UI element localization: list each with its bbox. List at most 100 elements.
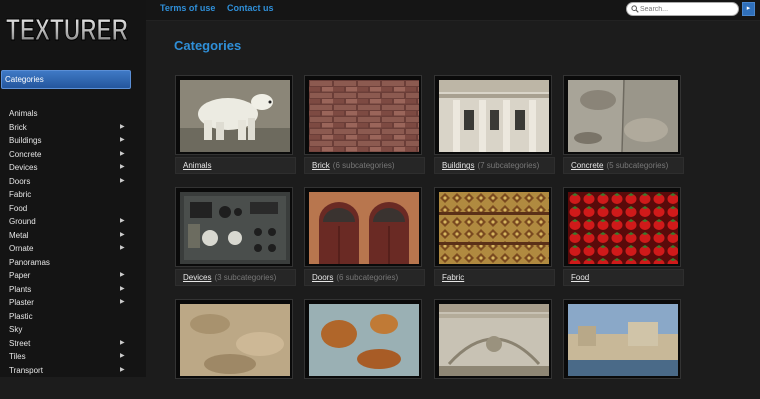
card-thumbnail[interactable]: [434, 299, 552, 379]
card-caption: Doors (6 subcategories): [304, 269, 425, 286]
sidebar-item-tiles[interactable]: Tiles ▶: [0, 350, 140, 364]
card-caption: Concrete (5 subcategories): [563, 157, 684, 174]
polar-bear-image: [180, 80, 290, 152]
card-link[interactable]: Doors: [312, 273, 333, 282]
sidebar-item-plants[interactable]: Plants ▶: [0, 283, 140, 297]
sidebar-item-label: Plaster: [9, 298, 34, 307]
sidebar-item-food[interactable]: Food: [0, 202, 140, 216]
panorama-image: [568, 304, 678, 376]
sidebar-item-label: Street: [9, 338, 31, 348]
sidebar-item-label: Plants: [9, 284, 32, 294]
category-card-doors[interactable]: Doors (6 subcategories): [304, 187, 425, 287]
chevron-right-icon: ▶: [120, 245, 125, 251]
sidebar-item-animals[interactable]: Animals: [0, 107, 140, 121]
sidebar-item-paper[interactable]: Paper ▶: [0, 269, 140, 283]
category-card-devices[interactable]: Devices (3 subcategories): [175, 187, 296, 287]
triangle-right-icon: ▸: [746, 5, 751, 12]
card-link[interactable]: Animals: [183, 161, 211, 170]
sidebar-item-ground[interactable]: Ground ▶: [0, 215, 140, 229]
search-icon: [631, 5, 639, 13]
category-card-concrete[interactable]: Concrete (5 subcategories): [563, 75, 684, 175]
devices-image: [180, 192, 290, 264]
card-caption: Brick (6 subcategories): [304, 157, 425, 174]
category-card-ornate[interactable]: [434, 299, 555, 399]
chevron-right-icon: ▶: [120, 177, 125, 184]
sidebar-item-label: Tiles: [9, 352, 26, 361]
sidebar-item-plaster[interactable]: Plaster ▶: [0, 296, 140, 310]
search-input[interactable]: [640, 3, 735, 15]
category-card-fabric[interactable]: Fabric: [434, 187, 555, 287]
category-card-ground[interactable]: [175, 299, 296, 399]
chevron-right-icon: ▶: [120, 218, 125, 224]
sidebar-item-concrete[interactable]: Concrete ▶: [0, 148, 140, 162]
card-thumbnail[interactable]: [175, 75, 293, 155]
card-thumbnail[interactable]: [304, 75, 422, 155]
card-link[interactable]: Concrete: [571, 161, 603, 170]
chevron-right-icon: ▶: [120, 231, 125, 238]
sidebar-item-label: Metal: [9, 230, 29, 240]
chevron-right-icon: ▶: [120, 123, 125, 130]
category-card-panoramas[interactable]: [563, 299, 684, 399]
sidebar-item-label: Devices: [9, 163, 38, 172]
brick-image: [309, 80, 419, 152]
sidebar-item-fabric[interactable]: Fabric: [0, 188, 140, 202]
sidebar-item-label: Fabric: [9, 190, 32, 199]
doors-image: [309, 192, 419, 264]
category-card-brick[interactable]: Brick (6 subcategories): [304, 75, 425, 175]
category-card-metal[interactable]: [304, 299, 425, 399]
chevron-right-icon: ▶: [120, 285, 125, 292]
sidebar-item-doors[interactable]: Doors ▶: [0, 175, 140, 189]
contact-us-link[interactable]: Contact us: [227, 3, 274, 13]
card-subcount: (7 subcategories): [477, 161, 540, 170]
category-card-food[interactable]: Food: [563, 187, 684, 287]
category-list: Animals Brick ▶ Buildings ▶ Concrete ▶ Devices ▶…: [0, 107, 140, 377]
card-link[interactable]: Buildings: [442, 161, 474, 170]
sidebar-item-label: Paper: [9, 271, 31, 280]
card-thumbnail[interactable]: [175, 187, 293, 267]
chevron-right-icon: ▶: [120, 353, 125, 359]
sidebar-item-label: Panoramas: [9, 257, 50, 267]
category-card-buildings[interactable]: Buildings (7 subcategories): [434, 75, 555, 175]
sidebar-item-label: Transport: [9, 365, 43, 375]
card-thumbnail[interactable]: [304, 187, 422, 267]
sidebar-item-brick[interactable]: Brick ▶: [0, 121, 140, 135]
sidebar-item-ornate[interactable]: Ornate ▶: [0, 242, 140, 256]
categories-button[interactable]: Categories: [1, 70, 131, 89]
sidebar-item-buildings[interactable]: Buildings ▶: [0, 134, 140, 148]
card-link[interactable]: Devices: [183, 273, 211, 282]
sidebar-item-panoramas[interactable]: Panoramas: [0, 256, 140, 270]
card-thumbnail[interactable]: [434, 187, 552, 267]
chevron-right-icon: ▶: [120, 164, 125, 170]
card-thumbnail[interactable]: [563, 187, 681, 267]
card-thumbnail[interactable]: [563, 299, 681, 379]
chevron-right-icon: ▶: [120, 299, 125, 305]
card-link[interactable]: Brick: [312, 161, 330, 170]
card-thumbnail[interactable]: [304, 299, 422, 379]
sidebar-item-devices[interactable]: Devices ▶: [0, 161, 140, 175]
card-thumbnail[interactable]: [175, 299, 293, 379]
card-thumbnail[interactable]: [434, 75, 552, 155]
sidebar-item-label: Doors: [9, 176, 31, 186]
card-link[interactable]: Food: [571, 273, 589, 282]
sidebar-item-label: Ground: [9, 217, 36, 226]
page-title: Categories: [174, 38, 242, 53]
card-caption: Animals: [175, 157, 296, 174]
card-link[interactable]: Fabric: [442, 273, 464, 282]
texturer-logo[interactable]: TEXTURER: [6, 8, 130, 48]
sidebar-item-street[interactable]: Street ▶: [0, 337, 140, 351]
card-thumbnail[interactable]: [563, 75, 681, 155]
sidebar-item-label: Animals: [9, 109, 38, 118]
sidebar-item-transport[interactable]: Transport ▶: [0, 364, 140, 378]
sidebar-item-sky[interactable]: Sky: [0, 323, 140, 337]
search-submit-button[interactable]: ▸: [742, 2, 755, 16]
ground-image: [180, 304, 290, 376]
sidebar-item-plastic[interactable]: Plastic: [0, 310, 140, 324]
sidebar-item-metal[interactable]: Metal ▶: [0, 229, 140, 243]
sidebar-item-label: Buildings: [9, 136, 42, 145]
ornate-image: [439, 304, 549, 376]
terms-of-use-link[interactable]: Terms of use: [160, 3, 215, 13]
sidebar-item-label: Food: [9, 203, 28, 213]
chevron-right-icon: ▶: [120, 366, 125, 373]
category-card-animals[interactable]: Animals: [175, 75, 296, 175]
chevron-right-icon: ▶: [120, 150, 125, 157]
